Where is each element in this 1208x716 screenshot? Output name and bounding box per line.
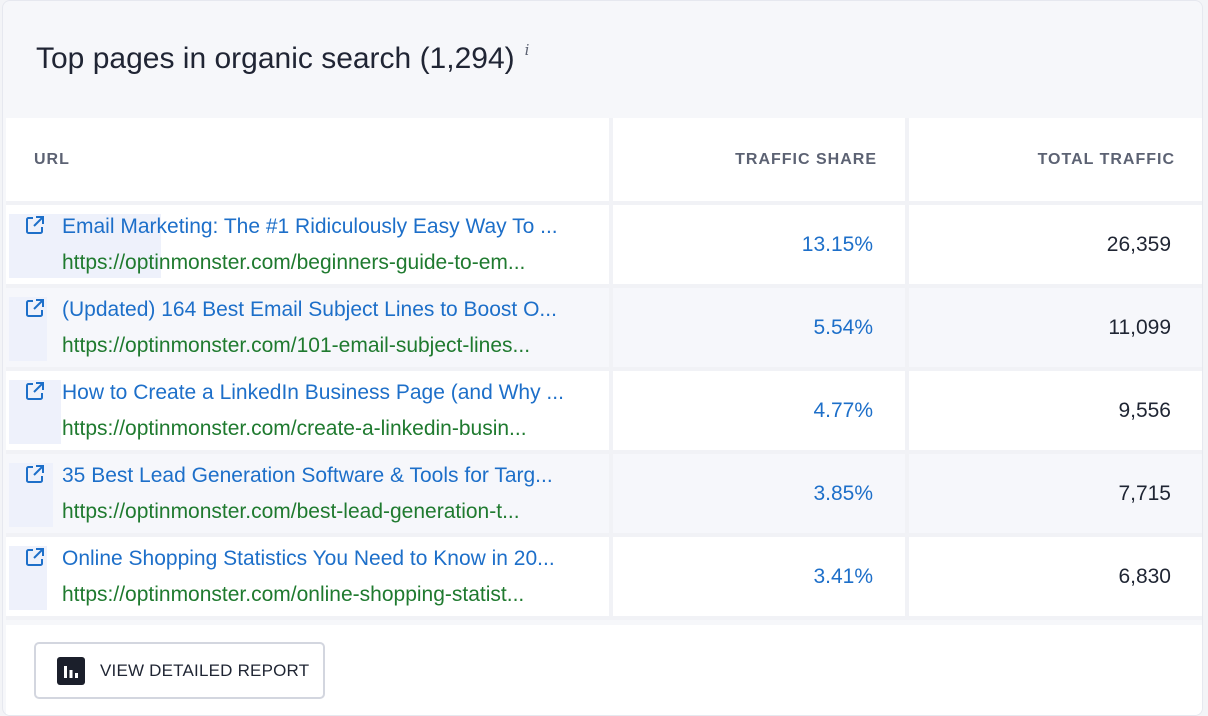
page-url-link[interactable]: https://optinmonster.com/online-shopping…: [62, 581, 589, 609]
top-pages-table: URL TRAFFIC SHARE TOTAL TRAFFIC Email Ma…: [6, 118, 1202, 620]
traffic-share-value: 5.54%: [613, 288, 909, 371]
view-detailed-report-button[interactable]: VIEW DETAILED REPORT: [34, 642, 325, 699]
page-title-link[interactable]: Email Marketing: The #1 Ridiculously Eas…: [62, 213, 589, 241]
column-header-traffic-share[interactable]: TRAFFIC SHARE: [613, 118, 909, 205]
total-traffic-value: 11,099: [909, 288, 1202, 371]
table-row: Online Shopping Statistics You Need to K…: [6, 537, 1202, 620]
info-icon[interactable]: i: [525, 41, 530, 59]
card-title: Top pages in organic search (1,294): [36, 42, 515, 75]
column-header-url: URL: [6, 118, 613, 205]
table-row: (Updated) 164 Best Email Subject Lines t…: [6, 288, 1202, 371]
url-cell: How to Create a LinkedIn Business Page (…: [6, 371, 613, 454]
table-row: Email Marketing: The #1 Ridiculously Eas…: [6, 205, 1202, 288]
total-traffic-value: 9,556: [909, 371, 1202, 454]
total-traffic-value: 6,830: [909, 537, 1202, 620]
page-title-link[interactable]: 35 Best Lead Generation Software & Tools…: [62, 462, 589, 490]
column-header-total-traffic[interactable]: TOTAL TRAFFIC: [909, 118, 1202, 205]
external-link-icon[interactable]: [24, 380, 46, 402]
view-detailed-report-label: VIEW DETAILED REPORT: [100, 660, 310, 680]
external-link-icon[interactable]: [24, 546, 46, 568]
page-title-link[interactable]: Online Shopping Statistics You Need to K…: [62, 545, 589, 573]
page-url-link[interactable]: https://optinmonster.com/best-lead-gener…: [62, 498, 589, 526]
url-cell: (Updated) 164 Best Email Subject Lines t…: [6, 288, 613, 371]
card-header: Top pages in organic search (1,294) i: [36, 39, 529, 79]
card-footer: VIEW DETAILED REPORT: [6, 625, 1202, 715]
external-link-icon[interactable]: [24, 463, 46, 485]
page-title-link[interactable]: How to Create a LinkedIn Business Page (…: [62, 379, 589, 407]
external-link-icon[interactable]: [24, 297, 46, 319]
table-row: How to Create a LinkedIn Business Page (…: [6, 371, 1202, 454]
total-traffic-value: 26,359: [909, 205, 1202, 288]
url-cell: 35 Best Lead Generation Software & Tools…: [6, 454, 613, 537]
traffic-share-value: 3.85%: [613, 454, 909, 537]
external-link-icon[interactable]: [24, 214, 46, 236]
table-row: 35 Best Lead Generation Software & Tools…: [6, 454, 1202, 537]
top-pages-card: Top pages in organic search (1,294) i UR…: [2, 0, 1203, 716]
url-cell: Online Shopping Statistics You Need to K…: [6, 537, 613, 620]
traffic-share-value: 3.41%: [613, 537, 909, 620]
total-traffic-value: 7,715: [909, 454, 1202, 537]
table-header-row: URL TRAFFIC SHARE TOTAL TRAFFIC: [6, 118, 1202, 205]
page-url-link[interactable]: https://optinmonster.com/101-email-subje…: [62, 332, 589, 360]
page-title-link[interactable]: (Updated) 164 Best Email Subject Lines t…: [62, 296, 589, 324]
page-url-link[interactable]: https://optinmonster.com/beginners-guide…: [62, 249, 589, 277]
traffic-share-value: 4.77%: [613, 371, 909, 454]
url-cell: Email Marketing: The #1 Ridiculously Eas…: [6, 205, 613, 288]
traffic-share-value: 13.15%: [613, 205, 909, 288]
bar-chart-icon: [57, 656, 85, 685]
page-url-link[interactable]: https://optinmonster.com/create-a-linked…: [62, 415, 589, 443]
